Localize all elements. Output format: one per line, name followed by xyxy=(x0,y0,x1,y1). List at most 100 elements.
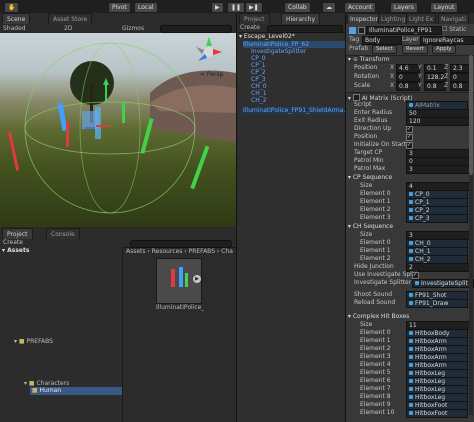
cp-element-field[interactable]: CP_3 xyxy=(406,214,468,223)
layout-button[interactable]: Layout xyxy=(430,2,459,13)
hit-boxes-foldout[interactable]: ▾ Complex Hit Boxes xyxy=(346,313,474,321)
pause-button[interactable]: ❚❚ xyxy=(227,2,246,13)
reload-sound-field[interactable]: FP91_Draw xyxy=(406,299,468,308)
cp-sequence-foldout[interactable]: ▾ CP Sequence xyxy=(346,174,474,182)
list-item: Element 0 CH_0 xyxy=(346,239,474,248)
list-item: Element 3 HitboxArm xyxy=(346,353,474,362)
layer-dropdown[interactable]: IgnoreRaycas xyxy=(420,36,474,45)
list-item: Element 1 CH_1 xyxy=(346,247,474,256)
shading-dropdown[interactable]: Shaded xyxy=(3,24,26,33)
direction-up-checkbox[interactable]: ✓ xyxy=(406,126,413,133)
step-button[interactable]: ▶❚ xyxy=(245,2,263,13)
asset-thumbnail[interactable]: ▶ xyxy=(156,258,202,304)
list-item: Element 6 HitboxLeg xyxy=(346,377,474,386)
prefab-apply-button[interactable]: Apply xyxy=(432,45,456,54)
scale-y[interactable]: 0.8 xyxy=(424,82,446,91)
reload-sound-row: Reload Sound FP91_Draw xyxy=(346,299,474,308)
cp-size-row: Size 4 xyxy=(346,182,474,191)
cloud-button[interactable]: ☁ xyxy=(322,2,336,13)
hitbox-element-field[interactable]: HitboxFoot xyxy=(406,409,468,418)
scene-viewport[interactable]: < Persp xyxy=(0,33,236,227)
layers-button[interactable]: Layers xyxy=(390,2,418,13)
tree-item-human[interactable]: ■ Human xyxy=(30,387,122,395)
position-x[interactable]: 4.6 xyxy=(396,64,420,73)
hierarchy-item[interactable]: CP_3 xyxy=(251,76,345,83)
ai-matrix-header[interactable]: ▾ AI Matrix (Script) xyxy=(346,92,474,102)
list-item: Element 2 CP_2 xyxy=(346,206,474,215)
hierarchy-item[interactable]: CH_2 xyxy=(251,97,345,104)
prefab-select-button[interactable]: Select xyxy=(372,45,397,54)
play-button[interactable]: ▶ xyxy=(211,2,224,13)
list-item: Element 8 HitboxLeg xyxy=(346,393,474,402)
ch-sequence-foldout[interactable]: ▾ CH Sequence xyxy=(346,223,474,231)
hierarchy-item[interactable]: CH_0 xyxy=(251,83,345,90)
tree-root-assets[interactable]: ▾ Assets xyxy=(2,247,29,255)
scene-gizmo[interactable] xyxy=(192,35,226,69)
scene-name: Escape_Level02* xyxy=(243,33,295,40)
list-item: Element 2 CH_2 xyxy=(346,255,474,264)
list-item: Element 2 HitboxArm xyxy=(346,345,474,354)
breadcrumb[interactable]: Assets › Resources › PREFABS › Cha xyxy=(126,248,234,256)
shoot-sound-row: Shoot Sound FP91_Shot xyxy=(346,291,474,300)
folder-icon: ■ xyxy=(31,387,38,394)
hierarchy-item[interactable]: InvestigateSplitter xyxy=(251,48,345,55)
prefab-revert-button[interactable]: Revert xyxy=(402,45,429,54)
account-button[interactable]: Account xyxy=(344,2,377,13)
hierarchy-item[interactable]: IlluminatiPolice_FP_62 xyxy=(243,41,345,48)
hierarchy-item[interactable]: IlluminatiPolice_FP91_ShieldArma... xyxy=(243,107,349,114)
folder-tree: ▾ Assets ▾ ■ PREFABS ▾ ■ Characters ■ Hu… xyxy=(0,247,123,422)
project-panel: Project Console Create ▾ Assets ▾ ■ PREF… xyxy=(0,228,237,422)
scene-search-input[interactable] xyxy=(160,25,232,33)
tree-item-prefabs[interactable]: ▾ ■ PREFABS xyxy=(14,338,53,346)
folder-icon: ■ xyxy=(28,380,35,387)
inspector-scrollbar[interactable] xyxy=(469,55,473,415)
hierarchy-search-input[interactable] xyxy=(267,25,343,33)
hierarchy-item[interactable]: CP_1 xyxy=(251,62,345,69)
init-on-start-row: Initialize On Start ✓ xyxy=(354,141,413,149)
hand-tool-button[interactable]: ✋ xyxy=(4,2,20,13)
play-preview-icon[interactable]: ▶ xyxy=(193,275,201,283)
splitter-field[interactable]: InvestigateSplit xyxy=(412,279,474,288)
object-header: IlluminatiPolice_FP91 ☐ Static Tag Body … xyxy=(346,24,474,54)
list-item: Element 4 HitboxArm xyxy=(346,361,474,370)
prefab-label: Prefab xyxy=(349,45,369,52)
patrol-max-row: Patrol Max 3 xyxy=(346,165,474,174)
static-toggle[interactable]: ☐ Static xyxy=(442,26,466,34)
hierarchy-create-button[interactable]: Create xyxy=(240,24,260,32)
rotation-y[interactable]: 128.2 xyxy=(424,73,446,82)
position-checkbox[interactable]: ✓ xyxy=(406,134,413,141)
list-item: Element 3 CP_3 xyxy=(346,214,474,223)
transform-row: Position X 4.6 Y 0.1 Z 2.3 xyxy=(346,64,474,73)
gizmos-dropdown[interactable]: Gizmos xyxy=(122,24,144,33)
rotation-x[interactable]: 0 xyxy=(396,73,420,82)
hierarchy-item[interactable]: CH_1 xyxy=(251,90,345,97)
object-name-field[interactable]: IlluminatiPolice_FP91 xyxy=(366,26,442,35)
local-toggle[interactable]: Local xyxy=(134,2,158,13)
asset-label: IlluminatiPolice_ xyxy=(156,304,204,311)
pivot-toggle[interactable]: Pivot xyxy=(108,2,131,13)
scene-root[interactable]: ▾ Escape_Level02* xyxy=(239,33,295,41)
hierarchy-panel: Project Hierarchy Create ▾ Escape_Level0… xyxy=(237,13,349,422)
position-check-row: Position ✓ xyxy=(354,133,413,141)
scale-x[interactable]: 0.8 xyxy=(396,82,420,91)
hierarchy-item[interactable]: CP_0 xyxy=(251,55,345,62)
list-item: Element 5 HitboxLeg xyxy=(346,369,474,378)
collab-button[interactable]: Collab xyxy=(284,2,311,13)
transform-header[interactable]: ▾ ⊕ Transform xyxy=(346,55,474,64)
list-item: Element 1 CP_1 xyxy=(346,198,474,207)
project-create-button[interactable]: Create xyxy=(3,239,23,247)
list-item: Element 9 HitboxFoot xyxy=(346,401,474,410)
persp-label[interactable]: < Persp xyxy=(200,71,223,78)
patrol-max-field[interactable]: 3 xyxy=(406,165,470,174)
splitter-row: Investigate Splitter InvestigateSplit xyxy=(346,279,474,288)
active-checkbox[interactable] xyxy=(358,27,365,34)
2d-toggle[interactable]: 2D xyxy=(64,24,72,33)
project-search-input[interactable] xyxy=(130,240,232,248)
position-y[interactable]: 0.1 xyxy=(424,64,446,73)
hitbox-size-row: Size 11 xyxy=(346,321,474,330)
use-splitter-checkbox[interactable]: ✓ xyxy=(412,272,419,279)
tag-dropdown[interactable]: Body xyxy=(362,36,402,45)
ai-matrix-enabled-checkbox[interactable] xyxy=(352,94,360,101)
hierarchy-item[interactable]: CP_2 xyxy=(251,69,345,76)
init-on-start-checkbox[interactable]: ✓ xyxy=(406,142,413,149)
